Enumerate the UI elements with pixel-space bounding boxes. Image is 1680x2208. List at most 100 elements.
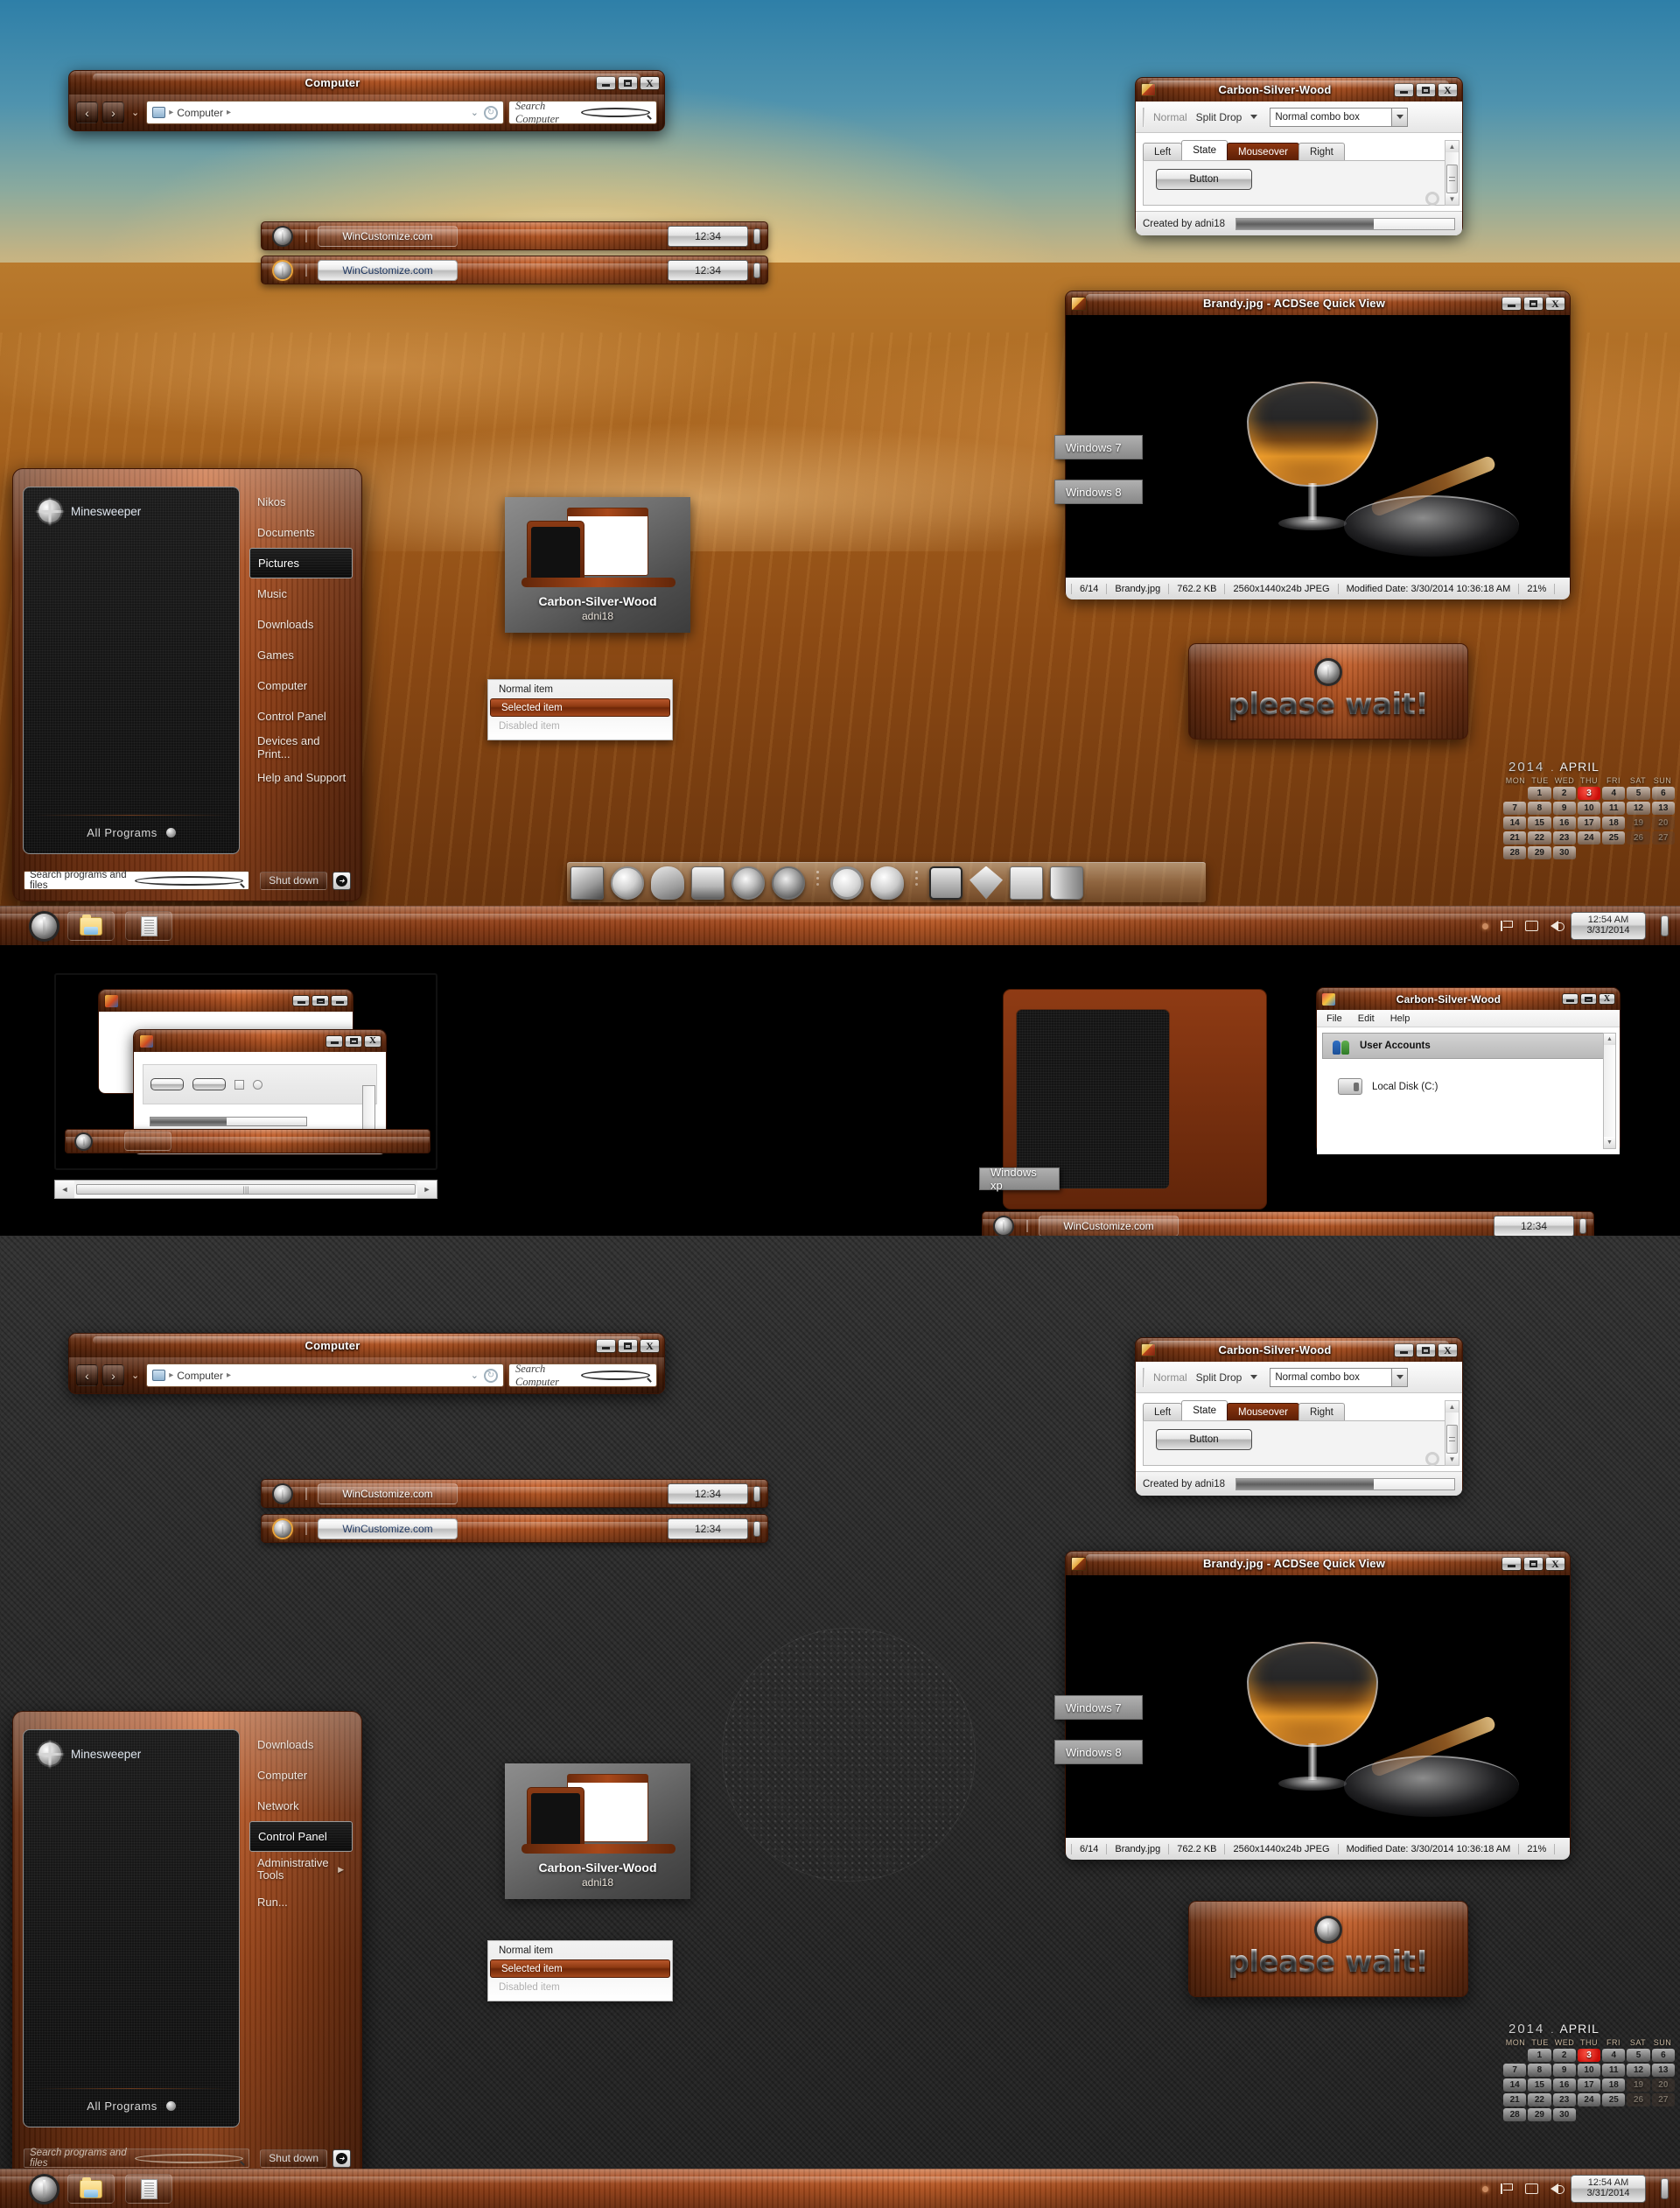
address-bar[interactable]: ▸ Computer ▸ ⌄ ↻ <box>146 1363 504 1387</box>
dock-clock-drive-icon[interactable] <box>691 866 724 900</box>
demo-radio[interactable] <box>253 1079 262 1090</box>
sidebar-item-games[interactable]: Games <box>249 640 353 670</box>
please-wait-dialog-top[interactable]: please wait! <box>1188 643 1468 740</box>
recent-pages-icon[interactable]: ⌄ <box>131 107 139 118</box>
sidebar-item-devices-and-printers[interactable]: Devices and Print... <box>249 732 353 762</box>
start-orb-icon[interactable] <box>76 1133 91 1149</box>
start-menu-top[interactable]: Minesweeper All Programs Nikos Documents… <box>12 468 362 901</box>
show-desktop-button[interactable] <box>1661 2178 1669 2199</box>
application-dock[interactable] <box>567 862 1206 902</box>
maximize-button[interactable] <box>1416 1342 1436 1357</box>
sidebar-item-nikos[interactable]: Nikos <box>249 487 353 517</box>
show-desktop-button[interactable] <box>753 1520 760 1537</box>
scroll-left-button[interactable]: ◄ <box>55 1181 74 1198</box>
forward-button[interactable]: › <box>102 1364 124 1386</box>
dock-calculator-icon[interactable] <box>1010 866 1043 900</box>
dot-icon[interactable] <box>1482 2185 1488 2192</box>
combo-arrow-icon[interactable] <box>1391 108 1408 126</box>
explorer-titlebar[interactable]: Computer X <box>69 1334 664 1357</box>
network-icon[interactable] <box>1525 2183 1538 2194</box>
taskbar-button-explorer[interactable] <box>67 2174 115 2204</box>
dock-stopwatch-icon[interactable] <box>611 866 644 900</box>
maximize-button[interactable] <box>618 1338 638 1353</box>
vertical-scrollbar[interactable]: ▲ ▼ <box>1603 1033 1616 1149</box>
show-desktop-button[interactable] <box>1579 1217 1586 1234</box>
dock-phone-headset-icon[interactable] <box>871 866 904 900</box>
shutdown-group[interactable]: Shut down ➜ <box>260 871 351 890</box>
flag-icon[interactable] <box>1501 921 1513 931</box>
gear-icon[interactable] <box>1425 1452 1439 1466</box>
speaker-icon[interactable] <box>1550 2183 1564 2194</box>
scroll-up-button[interactable]: ▲ <box>1446 1401 1459 1412</box>
please-wait-dialog-bottom[interactable]: please wait! <box>1188 1901 1468 1997</box>
chevron-down-icon[interactable] <box>1250 1375 1258 1379</box>
dialog-titlebar[interactable]: Carbon-Silver-Wood X <box>1136 78 1462 102</box>
show-desktop-button[interactable] <box>1661 915 1669 936</box>
forward-button[interactable]: › <box>102 102 124 123</box>
tab-mouseover[interactable]: Mouseover <box>1227 1403 1299 1420</box>
taskbar-clock[interactable]: 12:34 <box>668 1518 748 1539</box>
sidebar-item-downloads[interactable]: Downloads <box>249 609 353 640</box>
list-item-local-disk[interactable]: Local Disk (C:) <box>1322 1078 1614 1095</box>
horizontal-scrollbar[interactable]: ◄ ||| ► <box>54 1180 438 1199</box>
window-controls[interactable]: X <box>596 75 660 90</box>
start-orb-icon[interactable] <box>274 1484 291 1503</box>
normal-button[interactable]: Normal <box>1153 1371 1187 1384</box>
split-drop-button[interactable]: Split Drop <box>1196 1371 1242 1384</box>
demo-checkbox[interactable] <box>234 1079 244 1090</box>
menu-item-selected[interactable]: Selected item <box>490 1959 670 1978</box>
acdsee-titlebar[interactable]: Brandy.jpg - ACDSee Quick View X <box>1066 291 1570 315</box>
chevron-down-icon[interactable]: ⌄ <box>471 107 479 118</box>
scroll-down-button[interactable]: ▼ <box>1446 1454 1459 1466</box>
split-drop-button[interactable]: Split Drop <box>1196 111 1242 123</box>
normal-button[interactable]: Normal <box>1153 111 1187 123</box>
sample-button[interactable]: Button <box>1156 169 1252 190</box>
all-programs-button[interactable]: All Programs <box>33 815 229 841</box>
menu-item-normal[interactable]: Normal item <box>488 1941 672 1959</box>
address-bar[interactable]: ▸ Computer ▸ ⌄ ↻ <box>146 101 504 124</box>
menu-item-selected[interactable]: Selected item <box>490 698 670 717</box>
dock-film-reel-icon[interactable] <box>772 866 805 900</box>
carbon-silver-wood-dialog-bottom[interactable]: Carbon-Silver-Wood X Normal Split Drop N… <box>1135 1337 1463 1496</box>
close-button[interactable]: X <box>1545 296 1565 311</box>
menu-help[interactable]: Help <box>1390 1013 1410 1024</box>
scroll-up-button[interactable]: ▲ <box>1446 141 1459 152</box>
sidebar-item-music[interactable]: Music <box>249 578 353 609</box>
taskbar-clock[interactable]: 12:54 AM 3/31/2014 <box>1571 2175 1646 2203</box>
menu-bar[interactable]: File Edit Help <box>1317 1010 1620 1027</box>
sidebar-item-computer[interactable]: Computer <box>249 1760 353 1791</box>
scroll-up-button[interactable]: ▲ <box>1604 1034 1615 1045</box>
close-button[interactable]: X <box>640 75 660 90</box>
minimize-button[interactable] <box>1502 1556 1522 1571</box>
tab-left[interactable]: Left <box>1143 143 1183 160</box>
start-menu-bottom[interactable]: Minesweeper All Programs Downloads Compu… <box>12 1711 362 2179</box>
breadcrumb-root[interactable]: Computer <box>177 1370 223 1382</box>
refresh-icon[interactable]: ↻ <box>484 105 498 120</box>
menu-item-normal[interactable]: Normal item <box>488 680 672 698</box>
minimize-button[interactable] <box>326 1034 343 1048</box>
start-search-input[interactable]: Search programs and files <box>24 2148 250 2169</box>
tab-state[interactable]: State <box>1181 140 1228 160</box>
back-button[interactable]: ‹ <box>76 1364 98 1386</box>
scroll-thumb[interactable] <box>1446 1424 1458 1454</box>
start-search-input[interactable]: Search programs and files <box>24 870 250 891</box>
start-orb-icon[interactable] <box>32 2176 57 2202</box>
gear-icon[interactable] <box>1425 192 1439 206</box>
wincustomize-taskbar-2[interactable]: WinCustomize.com 12:34 <box>261 256 768 284</box>
search-input[interactable]: Search Computer <box>508 1363 657 1388</box>
taskbar-button-notepad[interactable] <box>125 911 172 941</box>
taskbar-clock[interactable]: 12:34 <box>668 259 748 281</box>
breadcrumb-root[interactable]: Computer <box>177 107 223 119</box>
main-taskbar-bottom[interactable]: 12:54 AM 3/31/2014 <box>0 2169 1680 2208</box>
sidebar-item-control-panel[interactable]: Control Panel <box>249 701 353 732</box>
show-desktop-button[interactable] <box>753 262 760 278</box>
taskbar-button-notepad[interactable] <box>125 2174 172 2204</box>
minimize-button[interactable] <box>1394 1342 1414 1357</box>
sidebar-item-control-panel[interactable]: Control Panel <box>249 1821 353 1852</box>
taskbar-item[interactable]: WinCustomize.com <box>318 259 458 281</box>
show-desktop-button[interactable] <box>753 1485 760 1502</box>
close-button[interactable]: X <box>1545 1556 1565 1571</box>
dock-gem-icon[interactable] <box>970 866 1003 900</box>
close-button[interactable]: X <box>1599 993 1615 1005</box>
scroll-down-button[interactable]: ▼ <box>1446 193 1459 206</box>
